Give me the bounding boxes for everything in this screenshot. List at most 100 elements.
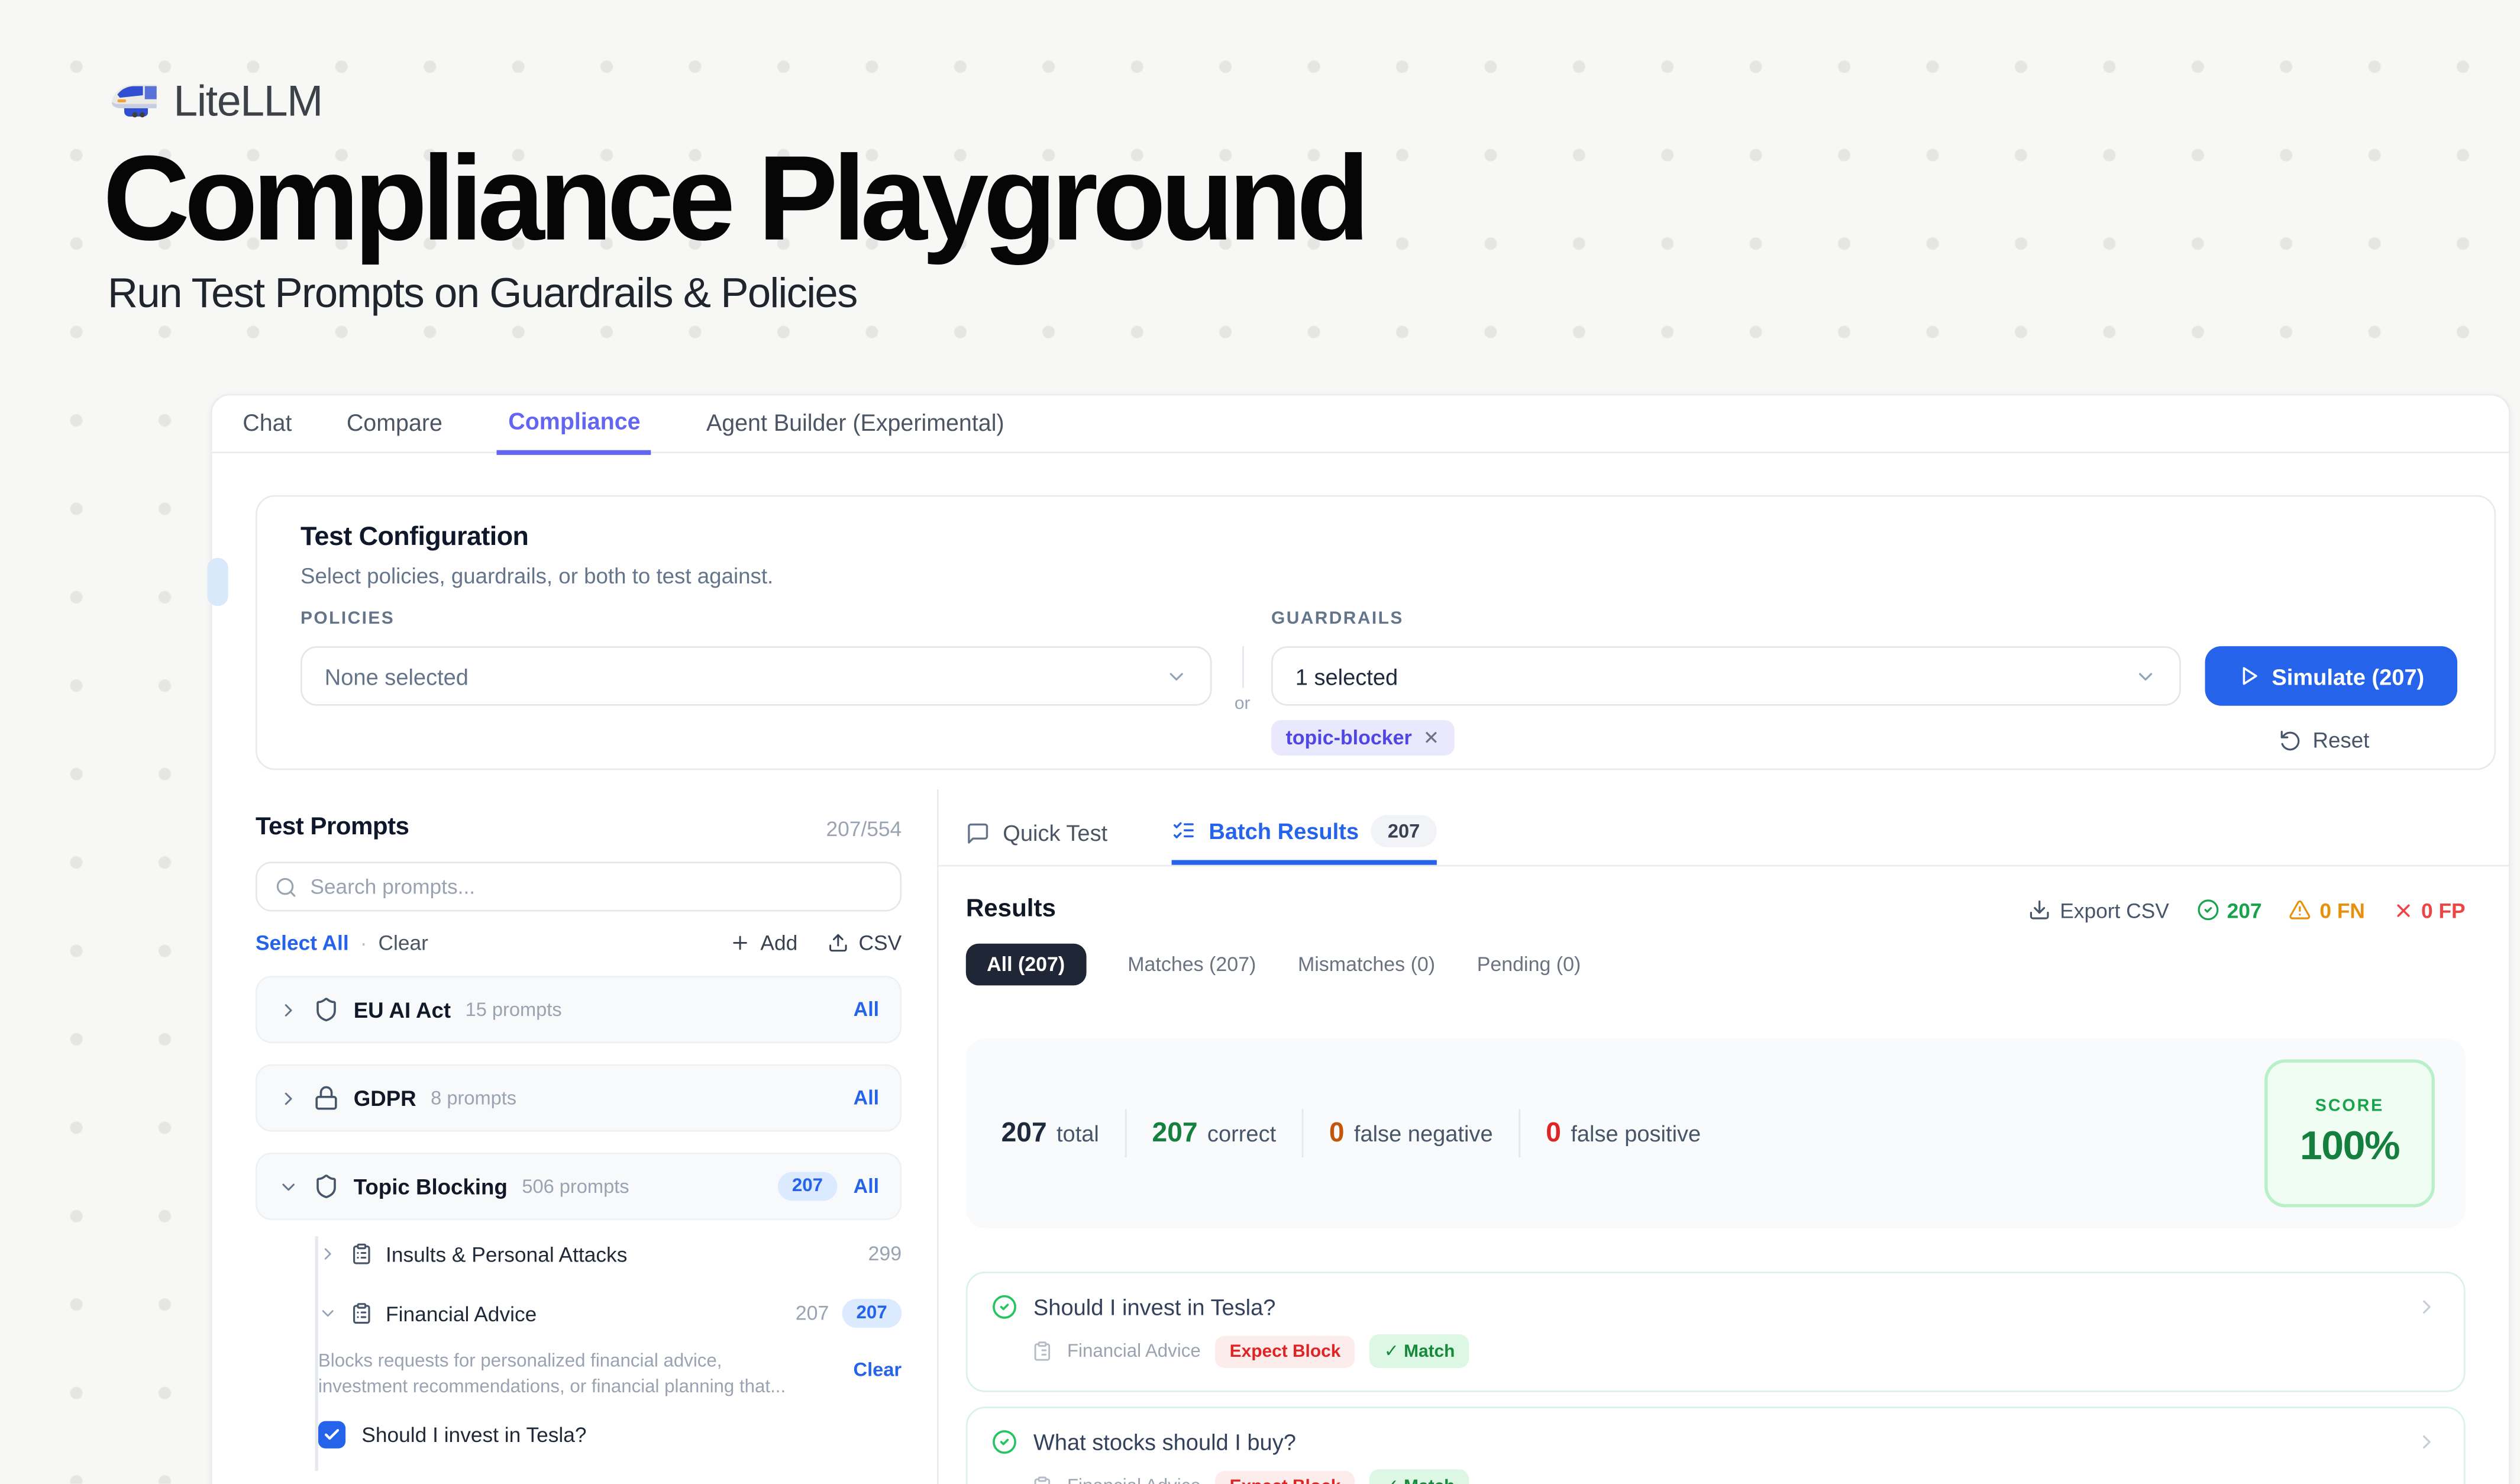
- filter-all[interactable]: All (207): [966, 944, 1086, 986]
- match-badge: ✓ Match: [1369, 1334, 1469, 1368]
- select-all-category-link[interactable]: All: [854, 1175, 879, 1198]
- add-prompt-button[interactable]: Add: [730, 931, 797, 955]
- total-value: 207: [1001, 1117, 1047, 1149]
- chevron-down-icon: [1165, 664, 1188, 687]
- lock-icon: [314, 1085, 339, 1111]
- expect-block-badge: Expect Block: [1215, 1470, 1355, 1484]
- result-row[interactable]: Should I invest in Tesla? Financial Advi…: [966, 1272, 2466, 1392]
- description-line: investment recommendations, or financial…: [318, 1375, 787, 1400]
- filter-pending[interactable]: Pending (0): [1477, 953, 1581, 976]
- chevron-down-icon: [318, 1304, 338, 1323]
- clipboard-icon: [1032, 1476, 1052, 1484]
- tab-chat[interactable]: Chat: [243, 395, 292, 451]
- chevron-right-icon: [278, 999, 299, 1020]
- test-configuration-card: Test Configuration Select policies, guar…: [256, 495, 2496, 770]
- false-negative-value: 0 FN: [2319, 898, 2365, 922]
- csv-upload-button[interactable]: CSV: [828, 931, 902, 955]
- chevron-right-icon: [2415, 1296, 2438, 1318]
- correct-value: 207: [1152, 1117, 1198, 1149]
- test-prompts-count: 207/554: [826, 816, 902, 840]
- select-all-category-link[interactable]: All: [854, 1087, 879, 1109]
- clear-link[interactable]: Clear: [379, 931, 428, 955]
- add-label: Add: [760, 931, 797, 955]
- score-value: 100%: [2300, 1124, 2399, 1170]
- false-positive-stat: 0 FP: [2392, 898, 2466, 922]
- filter-matches[interactable]: Matches (207): [1127, 953, 1256, 976]
- results-header: Results Export CSV 207: [966, 888, 2466, 933]
- guardrails-label: GUARDRAILS: [1271, 609, 1404, 629]
- category-topic-blocking[interactable]: Topic Blocking 506 prompts 207 All: [256, 1153, 902, 1220]
- chevron-down-icon: [2134, 664, 2157, 687]
- result-row[interactable]: What stocks should I buy? Financial Advi…: [966, 1406, 2466, 1484]
- remove-guardrail-icon[interactable]: ✕: [1423, 727, 1439, 749]
- tab-compare[interactable]: Compare: [347, 395, 442, 451]
- category-gdpr[interactable]: GDPR 8 prompts All: [256, 1064, 902, 1132]
- guardrails-select-value: 1 selected: [1295, 663, 1398, 689]
- results-filter-chips: All (207) Matches (207) Mismatches (0) P…: [966, 944, 2466, 986]
- subcategory-financial-advice[interactable]: Financial Advice 207 207: [256, 1296, 902, 1331]
- export-csv-label: Export CSV: [2060, 898, 2169, 922]
- description-line: Blocks requests for personalized financi…: [318, 1350, 787, 1375]
- false-negative-summary-stat: 0 false negative: [1329, 1117, 1493, 1149]
- tab-batch-results[interactable]: Batch Results 207: [1172, 801, 1436, 865]
- false-positive-value: 0 FP: [2421, 898, 2466, 922]
- subcategory-insults[interactable]: Insults & Personal Attacks 299: [256, 1236, 902, 1272]
- expect-block-badge: Expect Block: [1215, 1335, 1355, 1367]
- policies-select-value: None selected: [325, 663, 469, 689]
- csv-label: CSV: [859, 931, 902, 955]
- brand: LiteLLM: [109, 77, 1365, 127]
- separator: ·: [360, 931, 367, 955]
- total-stat: 207 total: [1001, 1117, 1099, 1149]
- hero-header: LiteLLM Compliance Playground Run Test P…: [103, 77, 1365, 318]
- fp-label: false positive: [1571, 1121, 1701, 1146]
- subcategory-count: 207: [796, 1302, 829, 1325]
- shield-icon: [314, 1173, 339, 1199]
- config-title: Test Configuration: [301, 522, 528, 553]
- prompt-label: Should I invest in Tesla?: [361, 1422, 586, 1447]
- policies-select[interactable]: None selected: [301, 646, 1211, 706]
- train-logo-icon: [109, 77, 159, 127]
- pass-count-stat: 207: [2196, 898, 2262, 922]
- upload-icon: [828, 933, 849, 953]
- selected-count-badge: 207: [777, 1172, 837, 1201]
- selected-count-badge: 207: [842, 1299, 902, 1328]
- false-positive-summary-stat: 0 false positive: [1546, 1117, 1701, 1149]
- subcategory-description-row: Blocks requests for personalized financi…: [256, 1350, 902, 1400]
- batch-results-label: Batch Results: [1209, 818, 1359, 843]
- clipboard-icon: [350, 1302, 373, 1325]
- list-checks-icon: [1172, 818, 1196, 843]
- tab-compliance[interactable]: Compliance: [497, 395, 651, 455]
- export-csv-button[interactable]: Export CSV: [2028, 898, 2169, 922]
- play-icon: [2238, 666, 2259, 686]
- chevron-right-icon: [318, 1244, 338, 1264]
- tab-agent-builder[interactable]: Agent Builder (Experimental): [706, 395, 1004, 451]
- filter-mismatches[interactable]: Mismatches (0): [1298, 953, 1435, 976]
- prompt-checkbox-row[interactable]: Should I invest in Tesla?: [256, 1421, 902, 1448]
- edge-accent-pill: [207, 558, 228, 606]
- category-name: EU AI Act: [354, 998, 451, 1022]
- message-square-icon: [966, 821, 990, 845]
- simulate-button[interactable]: Simulate (207): [2205, 646, 2457, 706]
- search-icon: [275, 875, 298, 898]
- download-icon: [2028, 899, 2050, 921]
- clear-subcategory-link[interactable]: Clear: [854, 1359, 902, 1401]
- summary-separator: [1519, 1109, 1520, 1158]
- tab-quick-test[interactable]: Quick Test: [966, 801, 1107, 865]
- select-all-link[interactable]: Select All: [256, 931, 349, 955]
- checked-checkbox[interactable]: [318, 1421, 345, 1448]
- or-divider: or: [1228, 646, 1257, 723]
- reset-button[interactable]: Reset: [2279, 728, 2369, 753]
- config-subtitle: Select policies, guardrails, or both to …: [301, 564, 773, 589]
- result-prompt: Should I invest in Tesla?: [1033, 1294, 1276, 1320]
- summary-separator: [1125, 1109, 1126, 1158]
- panel-divider: [937, 789, 939, 1484]
- results-panel: Quick Test Batch Results 207 Results: [966, 801, 2466, 1484]
- search-input[interactable]: [310, 875, 882, 899]
- subcategory-count: 299: [868, 1243, 902, 1265]
- shield-icon: [314, 996, 339, 1022]
- category-eu-ai-act[interactable]: EU AI Act 15 prompts All: [256, 976, 902, 1043]
- guardrails-select[interactable]: 1 selected: [1271, 646, 2181, 706]
- prompt-actions-row: Select All · Clear Add CSV: [256, 931, 902, 955]
- select-all-category-link[interactable]: All: [854, 998, 879, 1021]
- clipboard-icon: [1032, 1341, 1052, 1362]
